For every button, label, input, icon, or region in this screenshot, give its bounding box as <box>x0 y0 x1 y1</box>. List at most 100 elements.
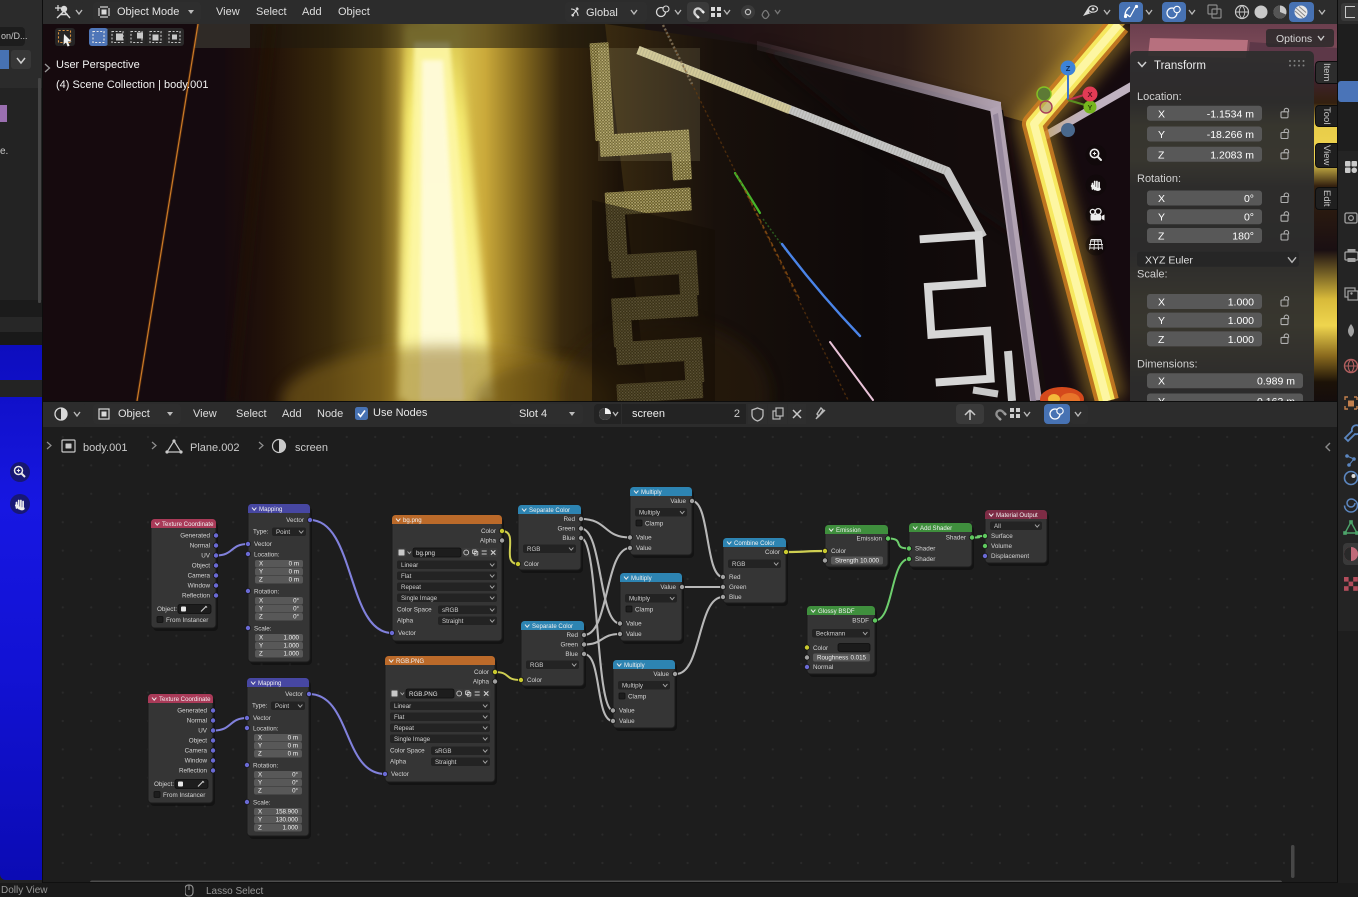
svg-text:screen: screen <box>295 442 328 454</box>
svg-text:Multiply: Multiply <box>629 595 651 602</box>
svg-text:Vector: Vector <box>253 715 271 722</box>
svg-text:Normal: Normal <box>187 718 207 725</box>
svg-text:1.2083 m: 1.2083 m <box>1210 149 1254 161</box>
svg-text:Single Image: Single Image <box>401 595 438 602</box>
svg-text:BSDF: BSDF <box>852 618 869 625</box>
svg-text:All: All <box>994 523 1001 530</box>
svg-text:Y: Y <box>258 817 262 824</box>
svg-text:Z: Z <box>1158 334 1165 346</box>
svg-text:Value: Value <box>619 708 635 715</box>
svg-text:Add Shader: Add Shader <box>920 525 952 532</box>
svg-text:Strength: Strength <box>835 558 859 565</box>
svg-text:Color: Color <box>765 549 780 556</box>
svg-text:RGB.PNG: RGB.PNG <box>396 658 424 665</box>
svg-text:Scale:: Scale: <box>253 799 271 806</box>
svg-text:Rotation:: Rotation: <box>1137 173 1181 185</box>
svg-text:X: X <box>1158 297 1165 309</box>
svg-text:Rotation:: Rotation: <box>254 588 279 595</box>
svg-text:Blue: Blue <box>729 594 742 601</box>
svg-text:Value: Value <box>636 545 652 552</box>
svg-text:Value: Value <box>653 671 669 678</box>
svg-text:X: X <box>1158 193 1165 205</box>
svg-text:Shader: Shader <box>915 546 935 553</box>
svg-text:Displacement: Displacement <box>991 553 1029 560</box>
svg-text:Object: Object <box>189 738 207 745</box>
svg-text:sRGB: sRGB <box>442 607 459 614</box>
svg-text:RGB.PNG: RGB.PNG <box>409 691 438 698</box>
svg-text:Combine Color: Combine Color <box>734 540 775 547</box>
svg-text:Separate Color: Separate Color <box>532 623 573 630</box>
svg-text:Value: Value <box>626 621 642 628</box>
svg-text:Red: Red <box>563 516 575 523</box>
svg-text:Value: Value <box>626 631 642 638</box>
svg-text:Emission: Emission <box>836 527 861 534</box>
svg-text:0.989 m: 0.989 m <box>1257 376 1295 388</box>
svg-text:X: X <box>259 561 263 568</box>
svg-text:Camera: Camera <box>188 573 211 580</box>
svg-text:RGB: RGB <box>732 561 745 568</box>
svg-text:Color: Color <box>481 528 496 535</box>
svg-text:Object:: Object: <box>154 781 174 788</box>
svg-text:1.000: 1.000 <box>1228 297 1254 309</box>
svg-text:Y: Y <box>1158 129 1165 141</box>
svg-text:Single Image: Single Image <box>394 736 431 743</box>
svg-text:180°: 180° <box>1232 231 1254 243</box>
svg-text:Z: Z <box>258 751 262 758</box>
svg-text:Texture Coordinate: Texture Coordinate <box>162 521 214 528</box>
svg-text:Scale:: Scale: <box>254 625 272 632</box>
svg-text:Z: Z <box>1158 231 1165 243</box>
svg-text:Z: Z <box>258 825 262 832</box>
svg-text:Value: Value <box>636 535 652 542</box>
svg-text:Flat: Flat <box>401 573 412 580</box>
svg-text:Color: Color <box>474 669 489 676</box>
svg-text:Alpha: Alpha <box>390 759 407 766</box>
svg-text:Point: Point <box>275 703 289 710</box>
svg-text:0.015: 0.015 <box>851 655 867 662</box>
svg-text:Mapping: Mapping <box>259 506 282 513</box>
svg-text:Alpha: Alpha <box>397 618 414 625</box>
svg-text:Lasso Select: Lasso Select <box>206 886 263 897</box>
svg-text:Red: Red <box>566 632 578 639</box>
svg-text:Y: Y <box>258 743 262 750</box>
svg-text:Reflection: Reflection <box>179 768 207 775</box>
svg-text:Global: Global <box>586 7 618 19</box>
svg-text:1.000: 1.000 <box>284 635 300 642</box>
svg-text:0 m: 0 m <box>289 561 299 568</box>
svg-text:(4) Scene Collection | body.00: (4) Scene Collection | body.001 <box>56 79 208 91</box>
svg-text:RGB: RGB <box>527 546 540 553</box>
svg-text:Y: Y <box>1158 212 1165 224</box>
svg-text:1.000: 1.000 <box>1228 315 1254 327</box>
svg-text:Camera: Camera <box>185 748 208 755</box>
svg-text:Normal: Normal <box>813 664 833 671</box>
svg-text:Y: Y <box>1158 315 1165 327</box>
svg-text:Multiply: Multiply <box>624 662 646 669</box>
svg-text:X: X <box>1158 108 1165 120</box>
svg-text:Reflection: Reflection <box>182 593 210 600</box>
svg-text:From Instancer: From Instancer <box>163 792 205 799</box>
svg-text:Blue: Blue <box>565 651 578 658</box>
svg-text:0°: 0° <box>1244 193 1254 205</box>
svg-text:Z: Z <box>259 614 263 621</box>
svg-text:0°: 0° <box>292 772 298 779</box>
svg-text:X: X <box>258 772 262 779</box>
svg-text:Clamp: Clamp <box>635 607 654 614</box>
svg-text:Green: Green <box>560 642 578 649</box>
svg-text:Material Output: Material Output <box>996 512 1038 519</box>
svg-text:X: X <box>1158 376 1165 388</box>
svg-text:0°: 0° <box>292 788 298 795</box>
svg-text:Linear: Linear <box>394 703 411 710</box>
svg-text:0°: 0° <box>293 598 299 605</box>
svg-text:Emission: Emission <box>856 536 882 543</box>
svg-text:X: X <box>258 735 262 742</box>
svg-text:Y: Y <box>258 780 262 787</box>
svg-text:Vector: Vector <box>285 691 303 698</box>
svg-text:Z: Z <box>259 651 263 658</box>
svg-text:Y: Y <box>1088 105 1093 112</box>
svg-text:Surface: Surface <box>991 533 1013 540</box>
svg-text:Scale:: Scale: <box>1137 269 1168 281</box>
svg-text:Location:: Location: <box>1137 91 1182 103</box>
svg-text:X: X <box>259 635 263 642</box>
svg-text:Color: Color <box>527 677 542 684</box>
svg-text:Multiply: Multiply <box>639 509 661 516</box>
svg-text:Straight: Straight <box>442 618 464 625</box>
